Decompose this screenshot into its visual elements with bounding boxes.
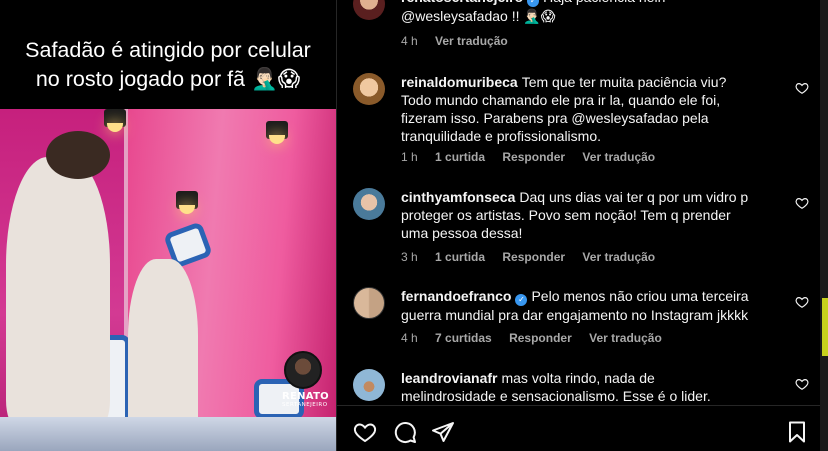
comment-time: 4 h (401, 331, 418, 345)
translate-link[interactable]: Ver tradução (582, 150, 655, 164)
performer-head (46, 131, 110, 179)
comment-icon[interactable] (393, 420, 417, 444)
verified-badge-icon: ✓ (527, 0, 540, 7)
translate-link[interactable]: Ver tradução (435, 34, 508, 48)
comment-body: cinthyamfonseca Daq uns dias vai ter q po… (401, 188, 753, 242)
reply-button[interactable]: Responder (502, 150, 565, 164)
comment-time: 4 h (401, 34, 418, 48)
heart-icon[interactable] (795, 81, 809, 95)
comment-body: reinaldomuribeca Tem que ter muita paciên… (401, 73, 753, 145)
bookmark-icon[interactable] (785, 420, 809, 444)
comment-time: 3 h (401, 250, 418, 264)
avatar[interactable] (353, 188, 385, 220)
translate-link[interactable]: Ver tradução (582, 250, 655, 264)
stage-light (266, 121, 288, 144)
avatar[interactable] (353, 287, 385, 319)
comment-meta: 3 h 1 curtida Responder Ver tradução (401, 250, 669, 264)
comments-panel: renatosertanejeiro✓Haja paciencia hein @… (336, 0, 821, 451)
comment-body: leandrovianafr mas volta rindo, nada de m… (401, 369, 753, 405)
likes-count[interactable]: 1 curtida (435, 250, 485, 264)
reply-button[interactable]: Responder (502, 250, 565, 264)
avatar[interactable] (353, 73, 385, 105)
translate-link[interactable]: Ver tradução (589, 331, 662, 345)
watermark-logo: RENATO SERTANEJEIRO (282, 351, 329, 421)
verified-badge-icon: ✓ (515, 294, 528, 306)
heart-icon[interactable] (353, 420, 377, 444)
watermark-avatar (284, 351, 322, 389)
share-icon[interactable] (431, 420, 455, 444)
heart-icon[interactable] (795, 377, 809, 391)
comment-username[interactable]: reinaldomuribeca (401, 74, 518, 90)
stage-floor (0, 417, 336, 451)
comment-time: 1 h (401, 150, 418, 164)
heart-icon[interactable] (795, 295, 809, 309)
post-media[interactable]: Safadão é atingido por celular no rosto … (0, 0, 336, 451)
comment-body: fernandoefranco ✓ Pelo menos não criou uma… (401, 287, 753, 324)
heart-icon[interactable] (795, 196, 809, 210)
likes-count[interactable]: 7 curtidas (435, 331, 492, 345)
comment-username[interactable]: fernandoefranco (401, 288, 511, 304)
comment-body: renatosertanejeiro✓Haja paciencia hein @… (401, 0, 753, 25)
comment-username[interactable]: renatosertanejeiro (401, 0, 523, 5)
stage-light (104, 109, 126, 132)
caption-line-2: no rosto jogado por fã 🤦🏻‍♂️😱 (35, 67, 301, 91)
watermark-subtitle: SERTANEJEIRO (282, 402, 328, 408)
comments-list[interactable]: renatosertanejeiro✓Haja paciencia hein @… (337, 0, 821, 405)
caption-line-1: Safadão é atingido por celular (25, 38, 311, 62)
video-caption: Safadão é atingido por celular no rosto … (0, 36, 336, 94)
comment-meta: 4 h Ver tradução (401, 34, 522, 48)
avatar[interactable] (353, 0, 385, 20)
stage-light (176, 191, 198, 214)
comment-username[interactable]: cinthyamfonseca (401, 189, 515, 205)
avatar[interactable] (353, 369, 385, 401)
likes-count[interactable]: 1 curtida (435, 150, 485, 164)
post-action-bar (337, 405, 821, 451)
edge-accent (822, 298, 828, 356)
performer-left (6, 157, 110, 427)
comment-meta: 1 h 1 curtida Responder Ver tradução (401, 150, 669, 164)
comment-username[interactable]: leandrovianafr (401, 370, 497, 386)
watermark-name: RENATO (282, 391, 329, 402)
reply-button[interactable]: Responder (509, 331, 572, 345)
comment-meta: 4 h 7 curtidas Responder Ver tradução (401, 331, 676, 345)
window-edge (820, 0, 828, 451)
